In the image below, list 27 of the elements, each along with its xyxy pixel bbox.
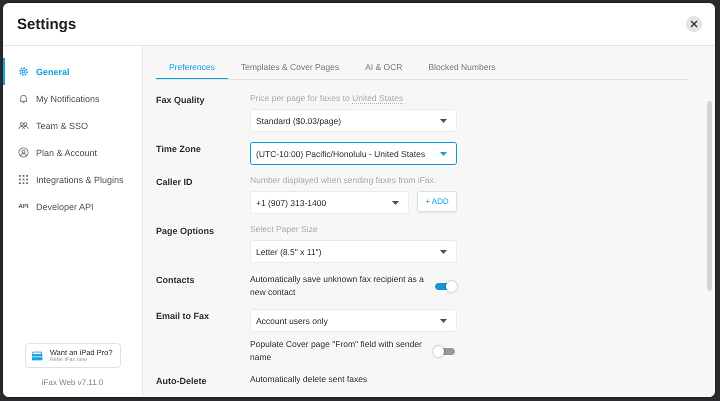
window-title: Settings xyxy=(17,16,76,32)
setting-label: Auto-Delete xyxy=(156,375,208,386)
tab[interactable]: AI & OCR xyxy=(352,56,416,79)
hint-text: Select Paper Size xyxy=(250,224,319,234)
setting-label: Fax Quality xyxy=(156,94,206,107)
setting-label: Time Zone xyxy=(156,143,202,156)
dropdown[interactable]: (UTC-10:00) Pacific/Honolulu - United States xyxy=(250,142,457,165)
setting-label: Caller ID xyxy=(156,176,194,189)
toggle-description: Populate Cover page "From" field with sender name xyxy=(250,338,423,364)
dropdown[interactable]: Account users only xyxy=(250,309,457,332)
setting-description: Automatically delete sent faxes xyxy=(250,374,368,384)
setting-label: Contacts xyxy=(156,274,196,287)
sidebar-item[interactable]: Plan & Account xyxy=(3,139,142,166)
tab[interactable]: Templates & Cover Pages xyxy=(228,56,352,79)
dropdown[interactable]: +1 (907) 313-1400 xyxy=(250,191,409,214)
sidebar-item[interactable]: Team & SSO xyxy=(3,112,142,139)
tab[interactable]: Blocked Numbers xyxy=(415,56,509,79)
sidebar-item[interactable]: Integrations & Plugins xyxy=(3,166,142,193)
version-label: iFax Web v7.11.0 xyxy=(42,378,104,387)
sidebar-item[interactable]: My Notifications xyxy=(3,85,142,112)
setting-label: Email to Fax xyxy=(156,310,210,323)
dropdown[interactable]: Letter (8.5" x 11") xyxy=(250,240,457,263)
dropdown[interactable]: Standard ($0.03/page) xyxy=(250,109,457,132)
setting-label: Page Options xyxy=(156,225,216,238)
toggle-description: Automatically save unknown fax recipient as a new contact xyxy=(250,273,425,299)
hint-text: Price per page for faxes to United States xyxy=(250,93,404,103)
hint-text: Number displayed when sending faxes from iFax. xyxy=(250,175,438,185)
